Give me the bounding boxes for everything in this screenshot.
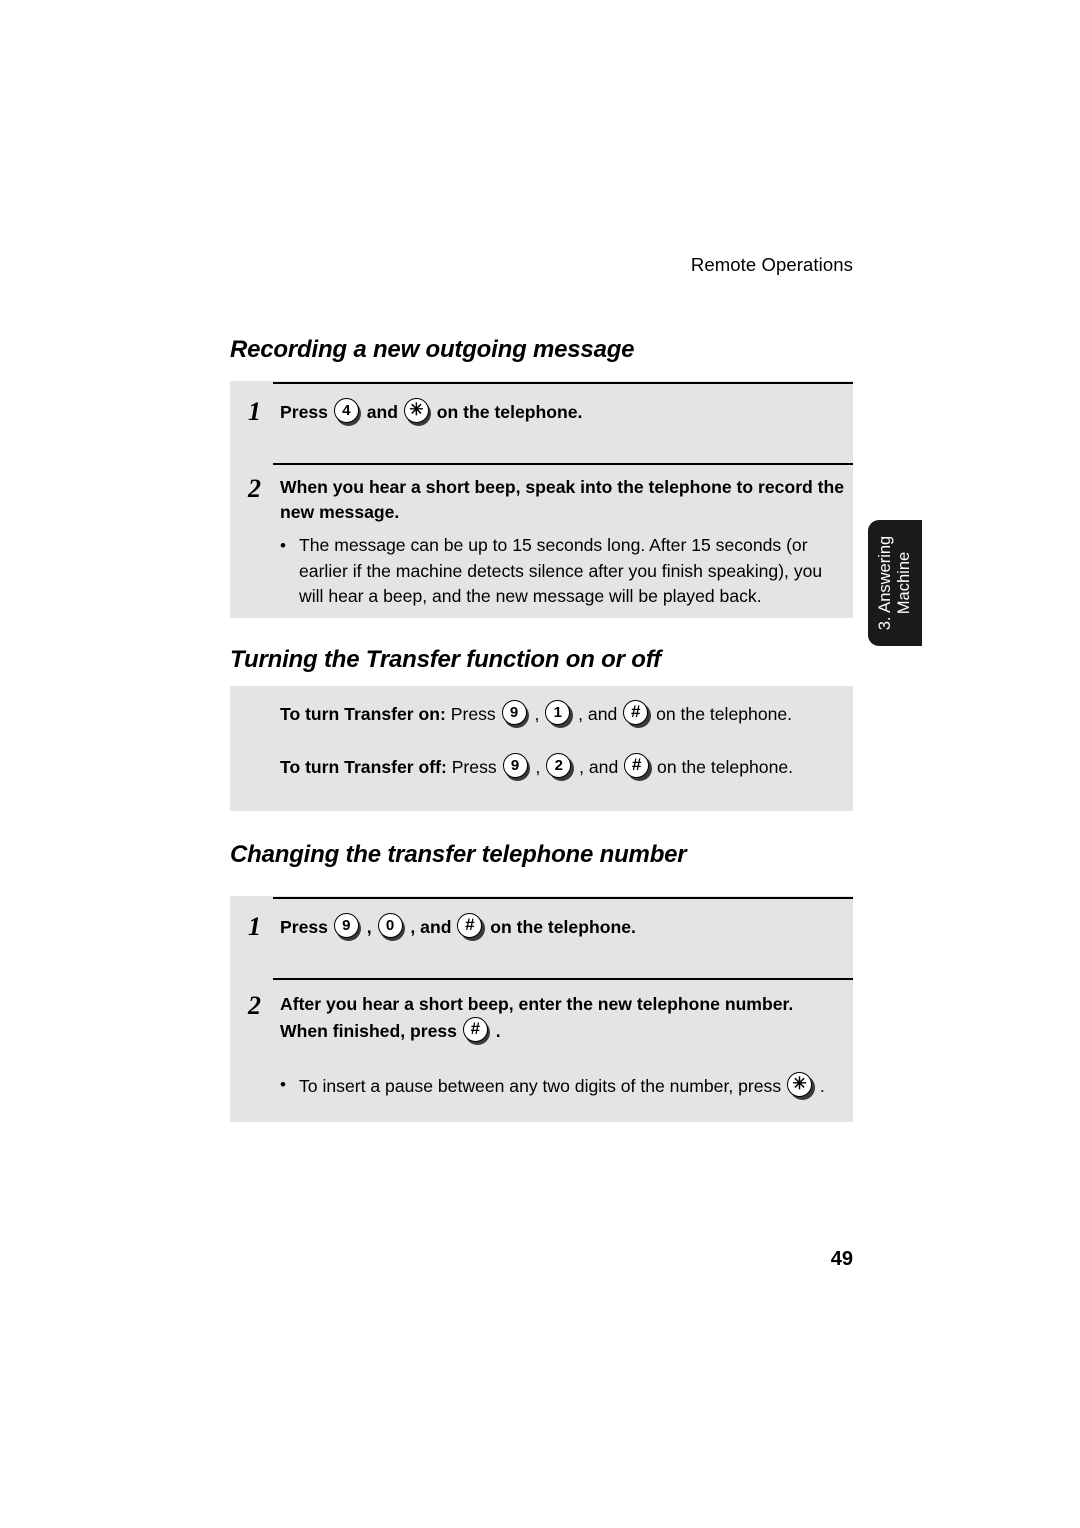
chapter-tab-line-1: 3. Answering (876, 535, 894, 631)
bullet-dot-icon: • (280, 1075, 286, 1094)
telephone-key-✳: ✳ (403, 398, 432, 426)
step-text: When you hear a short beep, speak into t… (280, 477, 845, 522)
step-number: 1 (248, 397, 261, 426)
key-label: 9 (502, 753, 528, 778)
key-label: ✳ (403, 398, 429, 423)
bullet-item: • To insert a pause between any two digi… (280, 1072, 839, 1100)
section-heading-recording: Recording a new outgoing message (230, 336, 635, 363)
key-label: 4 (333, 398, 359, 423)
transfer-on-line: To turn Transfer on: Press 9 , 1 , and #… (280, 700, 843, 728)
step-row: 2 After you hear a short beep, enter the… (248, 991, 845, 1045)
step-row: 2 When you hear a short beep, speak into… (248, 475, 845, 525)
telephone-key-2: 2 (546, 753, 574, 781)
bullet-text: The message can be up to 15 seconds long… (299, 535, 823, 606)
step-text: Press 4 and ✳ on the telephone. (280, 398, 845, 426)
instruction-panel-transfer: To turn Transfer on: Press 9 , 1 , and #… (230, 686, 853, 811)
step-number: 2 (248, 991, 261, 1020)
panel-rule-top (273, 897, 853, 899)
chapter-tab-line-2: Machine (895, 551, 913, 615)
key-label: 9 (501, 700, 527, 725)
key-label: 0 (377, 913, 403, 938)
bullet-dot-icon: • (280, 536, 286, 555)
step-row: 1 Press 9 , 0 , and # on the telephone. (248, 912, 845, 941)
step-number: 2 (248, 474, 261, 503)
section-heading-transfer-on-off: Turning the Transfer function on or off (230, 646, 661, 673)
instruction-panel-changing-number: 1 Press 9 , 0 , and # on the telephone. … (230, 896, 853, 1122)
bullet-text: To insert a pause between any two digits… (299, 1072, 839, 1100)
key-label: ✳ (787, 1072, 813, 1097)
telephone-key-#: # (624, 753, 652, 781)
key-label: # (462, 1017, 488, 1042)
page-number: 49 (830, 1248, 853, 1270)
emphasis-text: To turn Transfer off: (280, 757, 447, 777)
telephone-key-4: 4 (333, 398, 362, 426)
bullet-item: • The message can be up to 15 seconds lo… (280, 533, 839, 610)
telephone-key-#: # (623, 700, 651, 728)
key-label: # (624, 753, 650, 778)
telephone-key-9: 9 (502, 753, 531, 781)
telephone-key-✳: ✳ (787, 1072, 815, 1100)
telephone-key-9: 9 (333, 913, 362, 941)
chapter-thumb-tab: 3. Answering Machine (868, 520, 922, 646)
panel-rule-mid (273, 463, 853, 465)
transfer-off-line: To turn Transfer off: Press 9 , 2 , and … (280, 753, 843, 781)
panel-rule-mid (273, 978, 853, 980)
manual-page: Remote Operations Recording a new outgoi… (0, 0, 1080, 1528)
telephone-key-#: # (462, 1017, 491, 1045)
instruction-panel-recording: 1 Press 4 and ✳ on the telephone. 2 When… (230, 381, 853, 618)
chapter-thumb-tab-label: 3. Answering Machine (876, 522, 914, 644)
step-text: After you hear a short beep, enter the n… (280, 992, 845, 1045)
telephone-key-#: # (457, 913, 485, 941)
telephone-key-0: 0 (377, 913, 405, 941)
step-row: 1 Press 4 and ✳ on the telephone. (248, 397, 845, 426)
key-label: 9 (333, 913, 359, 938)
step-number: 1 (248, 912, 261, 941)
step-text: Press 9 , 0 , and # on the telephone. (280, 913, 845, 941)
emphasis-text: To turn Transfer on: (280, 704, 446, 724)
telephone-key-9: 9 (501, 700, 530, 728)
section-heading-changing-number: Changing the transfer telephone number (230, 841, 687, 868)
panel-rule-top (273, 382, 853, 384)
telephone-key-1: 1 (545, 700, 573, 728)
running-header: Remote Operations (690, 254, 853, 275)
